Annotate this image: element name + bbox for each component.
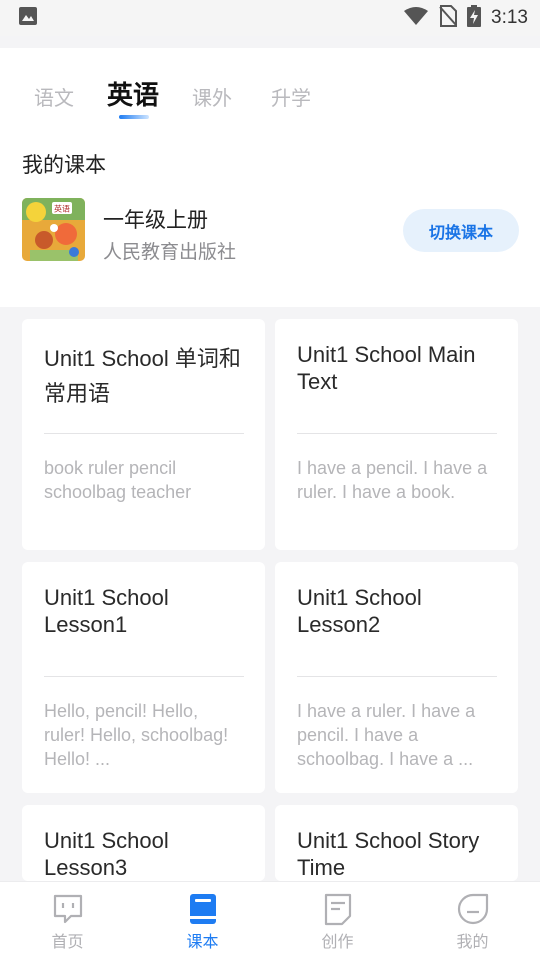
tab-further-study[interactable]: 升学 xyxy=(271,82,311,111)
lesson-card-preview: book ruler pencil schoolbag teacher xyxy=(44,458,192,502)
lesson-card[interactable]: Unit1 School Main Text I have a pencil. … xyxy=(275,319,518,550)
lesson-card[interactable]: Unit1 School Story Time xyxy=(275,805,518,881)
lesson-card-title: Unit1 School Main Text xyxy=(297,342,476,394)
lesson-card[interactable]: Unit1 School 单词和常用语 book ruler pencil sc… xyxy=(22,319,265,550)
status-bar: 3:13 xyxy=(0,0,540,36)
image-icon xyxy=(18,6,38,30)
lesson-card-title: Unit1 School Lesson3 xyxy=(44,828,169,880)
nav-textbook-label: 课本 xyxy=(186,932,219,951)
book-cover-image[interactable]: 英语 xyxy=(22,198,85,261)
lesson-card-title: Unit1 School 单词和常用语 xyxy=(44,346,241,406)
tab-extracurricular[interactable]: 课外 xyxy=(192,82,232,111)
lesson-card[interactable]: Unit1 School Lesson2 I have a ruler. I h… xyxy=(275,562,518,793)
book-icon xyxy=(186,892,220,926)
profile-icon xyxy=(456,892,490,926)
lesson-card-title: Unit1 School Story Time xyxy=(297,828,480,880)
active-tab-indicator xyxy=(119,115,149,119)
nav-home[interactable]: 首页 xyxy=(0,882,135,960)
no-sim-icon xyxy=(439,5,458,31)
svg-text:英语: 英语 xyxy=(54,204,70,214)
divider xyxy=(44,433,244,434)
nav-create-label: 创作 xyxy=(321,932,354,951)
lesson-card-preview: I have a ruler. I have a pencil. I have … xyxy=(297,701,476,769)
nav-profile-label: 我的 xyxy=(456,932,489,951)
divider xyxy=(297,433,497,434)
book-title: 一年级上册 xyxy=(103,208,208,232)
nav-create[interactable]: 创作 xyxy=(270,882,405,960)
nav-profile[interactable]: 我的 xyxy=(405,882,540,960)
battery-charging-icon xyxy=(467,5,482,31)
divider xyxy=(44,676,244,677)
lesson-card-title: Unit1 School Lesson1 xyxy=(44,585,169,637)
lesson-card-preview: I have a pencil. I have a ruler. I have … xyxy=(297,458,488,502)
wifi-icon xyxy=(403,6,429,30)
lesson-card-preview: Hello, pencil! Hello, ruler! Hello, scho… xyxy=(44,701,229,769)
tab-english[interactable]: 英语 xyxy=(107,75,159,112)
switch-book-button[interactable]: 切换课本 xyxy=(403,209,519,252)
book-publisher: 人民教育出版社 xyxy=(103,241,237,263)
header-panel: 语文 英语 课外 升学 我的课本 英语 一年级上册 人民教育出版社 切换课本 xyxy=(0,48,540,307)
bottom-navigation: 首页 课本 创作 我的 xyxy=(0,881,540,960)
nav-textbook[interactable]: 课本 xyxy=(135,882,270,960)
document-icon xyxy=(321,892,355,926)
lesson-card-title: Unit1 School Lesson2 xyxy=(297,585,422,637)
section-title-my-books: 我的课本 xyxy=(22,153,106,177)
lesson-card[interactable]: Unit1 School Lesson1 Hello, pencil! Hell… xyxy=(22,562,265,793)
subject-tabs: 语文 英语 课外 升学 xyxy=(0,48,540,128)
nav-home-label: 首页 xyxy=(51,932,84,951)
divider xyxy=(297,676,497,677)
tab-chinese[interactable]: 语文 xyxy=(34,82,74,111)
lesson-card[interactable]: Unit1 School Lesson3 xyxy=(22,805,265,881)
clock: 3:13 xyxy=(491,7,528,28)
home-chat-icon xyxy=(51,892,85,926)
